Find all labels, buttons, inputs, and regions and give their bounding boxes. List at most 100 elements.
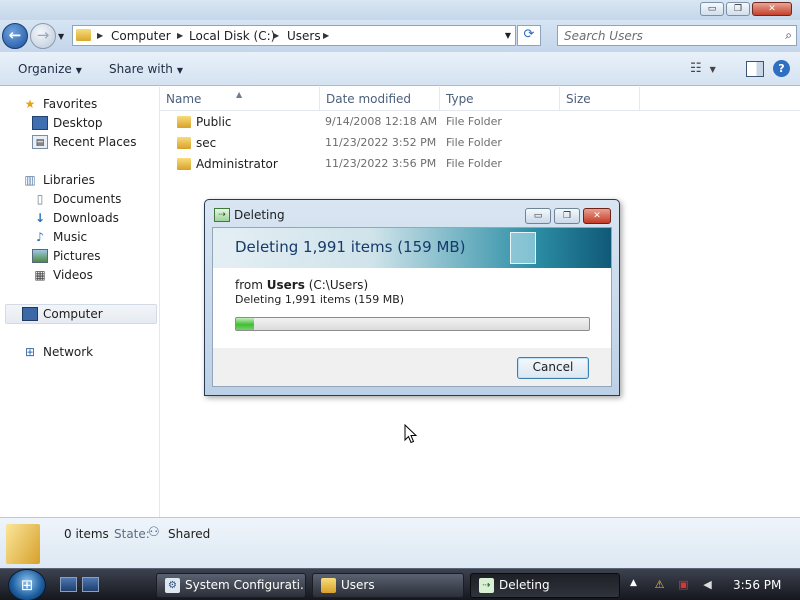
file-row[interactable]: sec 11/23/2022 3:52 PM File Folder bbox=[174, 133, 574, 153]
clock[interactable]: 3:56 PM bbox=[733, 578, 781, 592]
delete-progress-icon: ⇢ bbox=[214, 208, 230, 222]
views-icon: ☷ bbox=[690, 61, 702, 76]
window-titlebar: ▭ ❐ ✕ bbox=[0, 0, 800, 20]
nav-network[interactable]: ⊞ Network bbox=[22, 343, 93, 361]
column-header-size[interactable]: Size bbox=[560, 87, 640, 111]
window-controls: ▭ ❐ ✕ bbox=[700, 2, 792, 16]
nav-item-desktop[interactable]: Desktop bbox=[32, 114, 103, 132]
nav-favorites-label: Favorites bbox=[43, 97, 98, 111]
preview-pane-button[interactable] bbox=[746, 61, 764, 77]
dialog-banner: Deleting 1,991 items (159 MB) bbox=[213, 228, 611, 268]
items-count: 0 items bbox=[64, 527, 109, 541]
progress-fill bbox=[236, 318, 254, 330]
nav-item-label: Downloads bbox=[53, 211, 119, 225]
minimize-button[interactable]: ▭ bbox=[700, 2, 724, 16]
dialog-body: from Users (C:\Users) Deleting 1,991 ite… bbox=[213, 268, 611, 348]
file-date: 11/23/2022 3:56 PM bbox=[325, 157, 437, 170]
delete-status: Deleting 1,991 items (159 MB) bbox=[235, 293, 405, 306]
nav-item-documents[interactable]: ▯ Documents bbox=[32, 190, 122, 208]
nav-item-label: Videos bbox=[53, 268, 93, 282]
nav-libraries-label: Libraries bbox=[43, 173, 95, 187]
chevron-right-icon[interactable]: ▶ bbox=[273, 31, 279, 40]
share-with-button[interactable]: Share with ▼ bbox=[109, 62, 183, 76]
breadcrumb-computer[interactable]: Computer bbox=[111, 29, 171, 43]
dialog-heading: Deleting 1,991 items (159 MB) bbox=[235, 238, 466, 256]
sort-ascending-icon: ▲ bbox=[236, 90, 243, 99]
column-header-name[interactable]: Name ▲ bbox=[160, 87, 320, 111]
search-placeholder: Search Users bbox=[564, 29, 643, 43]
chevron-right-icon[interactable]: ▶ bbox=[177, 31, 183, 40]
nav-favorites[interactable]: ★ Favorites bbox=[22, 95, 98, 113]
organize-button[interactable]: Organize ▼ bbox=[18, 62, 82, 76]
documents-icon: ▯ bbox=[36, 192, 44, 206]
close-button[interactable]: ✕ bbox=[752, 2, 792, 16]
nav-item-pictures[interactable]: Pictures bbox=[32, 247, 101, 265]
computer-icon bbox=[22, 307, 38, 321]
nav-item-recent-places[interactable]: ▤ Recent Places bbox=[32, 133, 136, 151]
file-date: 11/23/2022 3:52 PM bbox=[325, 136, 437, 149]
file-date: 9/14/2008 12:18 AM bbox=[325, 115, 438, 128]
nav-item-label: Documents bbox=[53, 192, 122, 206]
forward-button[interactable]: → bbox=[30, 23, 56, 49]
security-icon[interactable]: ⚠ bbox=[652, 577, 667, 592]
breadcrumb-users[interactable]: Users bbox=[287, 29, 321, 43]
from-path: (C:\Users) bbox=[308, 278, 369, 292]
column-header-type[interactable]: Type bbox=[440, 87, 560, 111]
search-input[interactable]: Search Users ⌕ bbox=[557, 25, 797, 46]
nav-libraries[interactable]: ▥ Libraries bbox=[22, 171, 95, 189]
taskbar-item-system-configuration[interactable]: ⚙ System Configurati... bbox=[156, 573, 306, 598]
views-button[interactable]: ☷ ▼ bbox=[690, 61, 730, 77]
file-type: File Folder bbox=[446, 136, 502, 149]
column-header-date[interactable]: Date modified bbox=[320, 87, 440, 111]
search-icon[interactable]: ⌕ bbox=[785, 28, 792, 43]
nav-item-downloads[interactable]: ↓ Downloads bbox=[32, 209, 119, 227]
dialog-minimize-button[interactable]: ▭ bbox=[525, 208, 551, 224]
breadcrumb-local-disk[interactable]: Local Disk (C:) bbox=[189, 29, 275, 43]
dialog-maximize-button[interactable]: ❐ bbox=[554, 208, 580, 224]
taskbar-item-label: System Configurati... bbox=[185, 578, 306, 592]
show-desktop-icon[interactable] bbox=[60, 577, 77, 592]
folder-icon bbox=[6, 524, 40, 564]
nav-item-videos[interactable]: ▦ Videos bbox=[32, 266, 93, 284]
nav-item-label: Desktop bbox=[53, 116, 103, 130]
help-button[interactable]: ? bbox=[773, 60, 790, 77]
cancel-button[interactable]: Cancel bbox=[517, 357, 589, 379]
mouse-cursor-icon bbox=[404, 424, 418, 444]
progress-bar bbox=[235, 317, 590, 331]
back-button[interactable]: ← bbox=[2, 23, 28, 49]
shared-users-icon: ⚇ bbox=[148, 525, 160, 540]
maximize-button[interactable]: ❐ bbox=[726, 2, 750, 16]
chevron-right-icon[interactable]: ▶ bbox=[323, 31, 329, 40]
organize-label: Organize bbox=[18, 62, 72, 76]
show-hidden-icons-icon[interactable]: ▲ bbox=[630, 578, 637, 588]
nav-item-music[interactable]: ♪ Music bbox=[32, 228, 87, 246]
share-with-label: Share with bbox=[109, 62, 173, 76]
nav-item-label: Pictures bbox=[53, 249, 101, 263]
chevron-right-icon[interactable]: ▶ bbox=[97, 31, 103, 40]
nav-computer[interactable]: Computer bbox=[22, 305, 103, 323]
dialog-close-button[interactable]: ✕ bbox=[583, 208, 611, 224]
column-headers: Name ▲ Date modified Type Size bbox=[160, 87, 800, 111]
delete-progress-icon: ⇢ bbox=[479, 578, 494, 593]
pictures-icon bbox=[32, 249, 48, 263]
file-name: sec bbox=[196, 136, 217, 150]
address-bar[interactable]: ▶ Computer ▶ Local Disk (C:) ▶ Users ▶ ▼ bbox=[72, 25, 516, 46]
address-dropdown-icon[interactable]: ▼ bbox=[505, 31, 511, 40]
navigation-pane: ★ Favorites Desktop ▤ Recent Places ▥ Li… bbox=[0, 87, 160, 517]
windows-logo-icon: ⊞ bbox=[20, 576, 34, 594]
switch-windows-icon[interactable] bbox=[82, 577, 99, 592]
column-header-label: Name bbox=[166, 92, 202, 106]
taskbar-item-label: Deleting bbox=[499, 578, 550, 592]
chevron-down-icon: ▼ bbox=[75, 66, 82, 75]
file-row[interactable]: Administrator 11/23/2022 3:56 PM File Fo… bbox=[174, 154, 574, 174]
download-icon: ↓ bbox=[34, 211, 46, 225]
network-status-icon[interactable]: ▣ bbox=[676, 577, 691, 592]
history-dropdown-icon[interactable]: ▼ bbox=[58, 32, 64, 41]
taskbar-item-users[interactable]: Users bbox=[312, 573, 464, 598]
file-row[interactable]: Public 9/14/2008 12:18 AM File Folder bbox=[174, 112, 574, 132]
taskbar-item-deleting[interactable]: ⇢ Deleting bbox=[470, 573, 620, 598]
refresh-button[interactable]: ⟳ bbox=[517, 25, 541, 46]
start-button[interactable]: ⊞ bbox=[8, 569, 46, 600]
file-type: File Folder bbox=[446, 115, 502, 128]
volume-muted-icon[interactable]: ◀ bbox=[700, 577, 715, 592]
